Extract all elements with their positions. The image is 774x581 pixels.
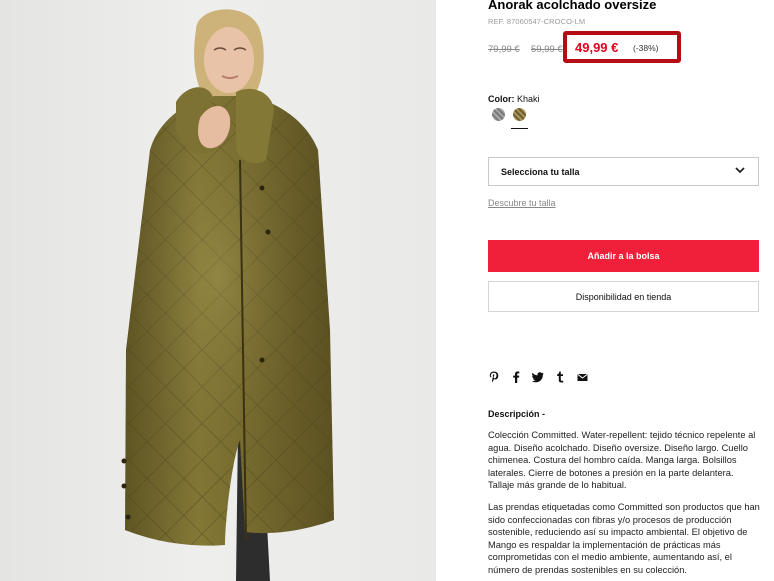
add-to-bag-button[interactable]: Añadir a la bolsa <box>488 240 759 272</box>
size-select[interactable]: Selecciona tu talla <box>488 157 759 186</box>
discount-badge: (-38%) <box>633 43 659 53</box>
color-label-title: Color: <box>488 94 515 104</box>
color-value: Khaki <box>517 94 540 104</box>
product-photo[interactable] <box>0 0 436 581</box>
store-availability-button[interactable]: Disponibilidad en tienda <box>488 281 759 312</box>
size-select-label: Selecciona tu talla <box>501 167 580 177</box>
email-icon[interactable] <box>577 371 588 386</box>
color-swatch-khaki[interactable] <box>513 108 526 121</box>
original-price: 79,99 € <box>488 44 520 55</box>
color-label: Color: Khaki <box>488 94 540 104</box>
current-price: 49,99 € <box>575 40 619 55</box>
pinterest-icon[interactable] <box>489 371 499 386</box>
model-illustration <box>121 9 334 581</box>
price-highlight-box: 49,99 € (-38%) <box>563 31 681 63</box>
color-swatch-grey[interactable] <box>492 108 505 121</box>
selected-swatch-indicator <box>511 128 528 129</box>
description-paragraph: Colección Committed. Water-repellent: te… <box>488 430 756 491</box>
product-reference: REF. 87060547-CROCO-LM <box>488 17 586 26</box>
facebook-icon[interactable] <box>512 371 520 386</box>
product-title: Anorak acolchado oversize <box>488 0 657 12</box>
twitter-icon[interactable] <box>532 371 544 386</box>
chevron-down-icon <box>734 164 746 179</box>
size-guide-link[interactable]: Descubre tu talla <box>488 198 556 208</box>
previous-price: 59,99 € <box>531 44 563 55</box>
description-title: Descripción - <box>488 409 546 419</box>
tumblr-icon[interactable] <box>556 371 564 386</box>
description-paragraph: Las prendas etiquetadas como Committed s… <box>488 502 760 575</box>
